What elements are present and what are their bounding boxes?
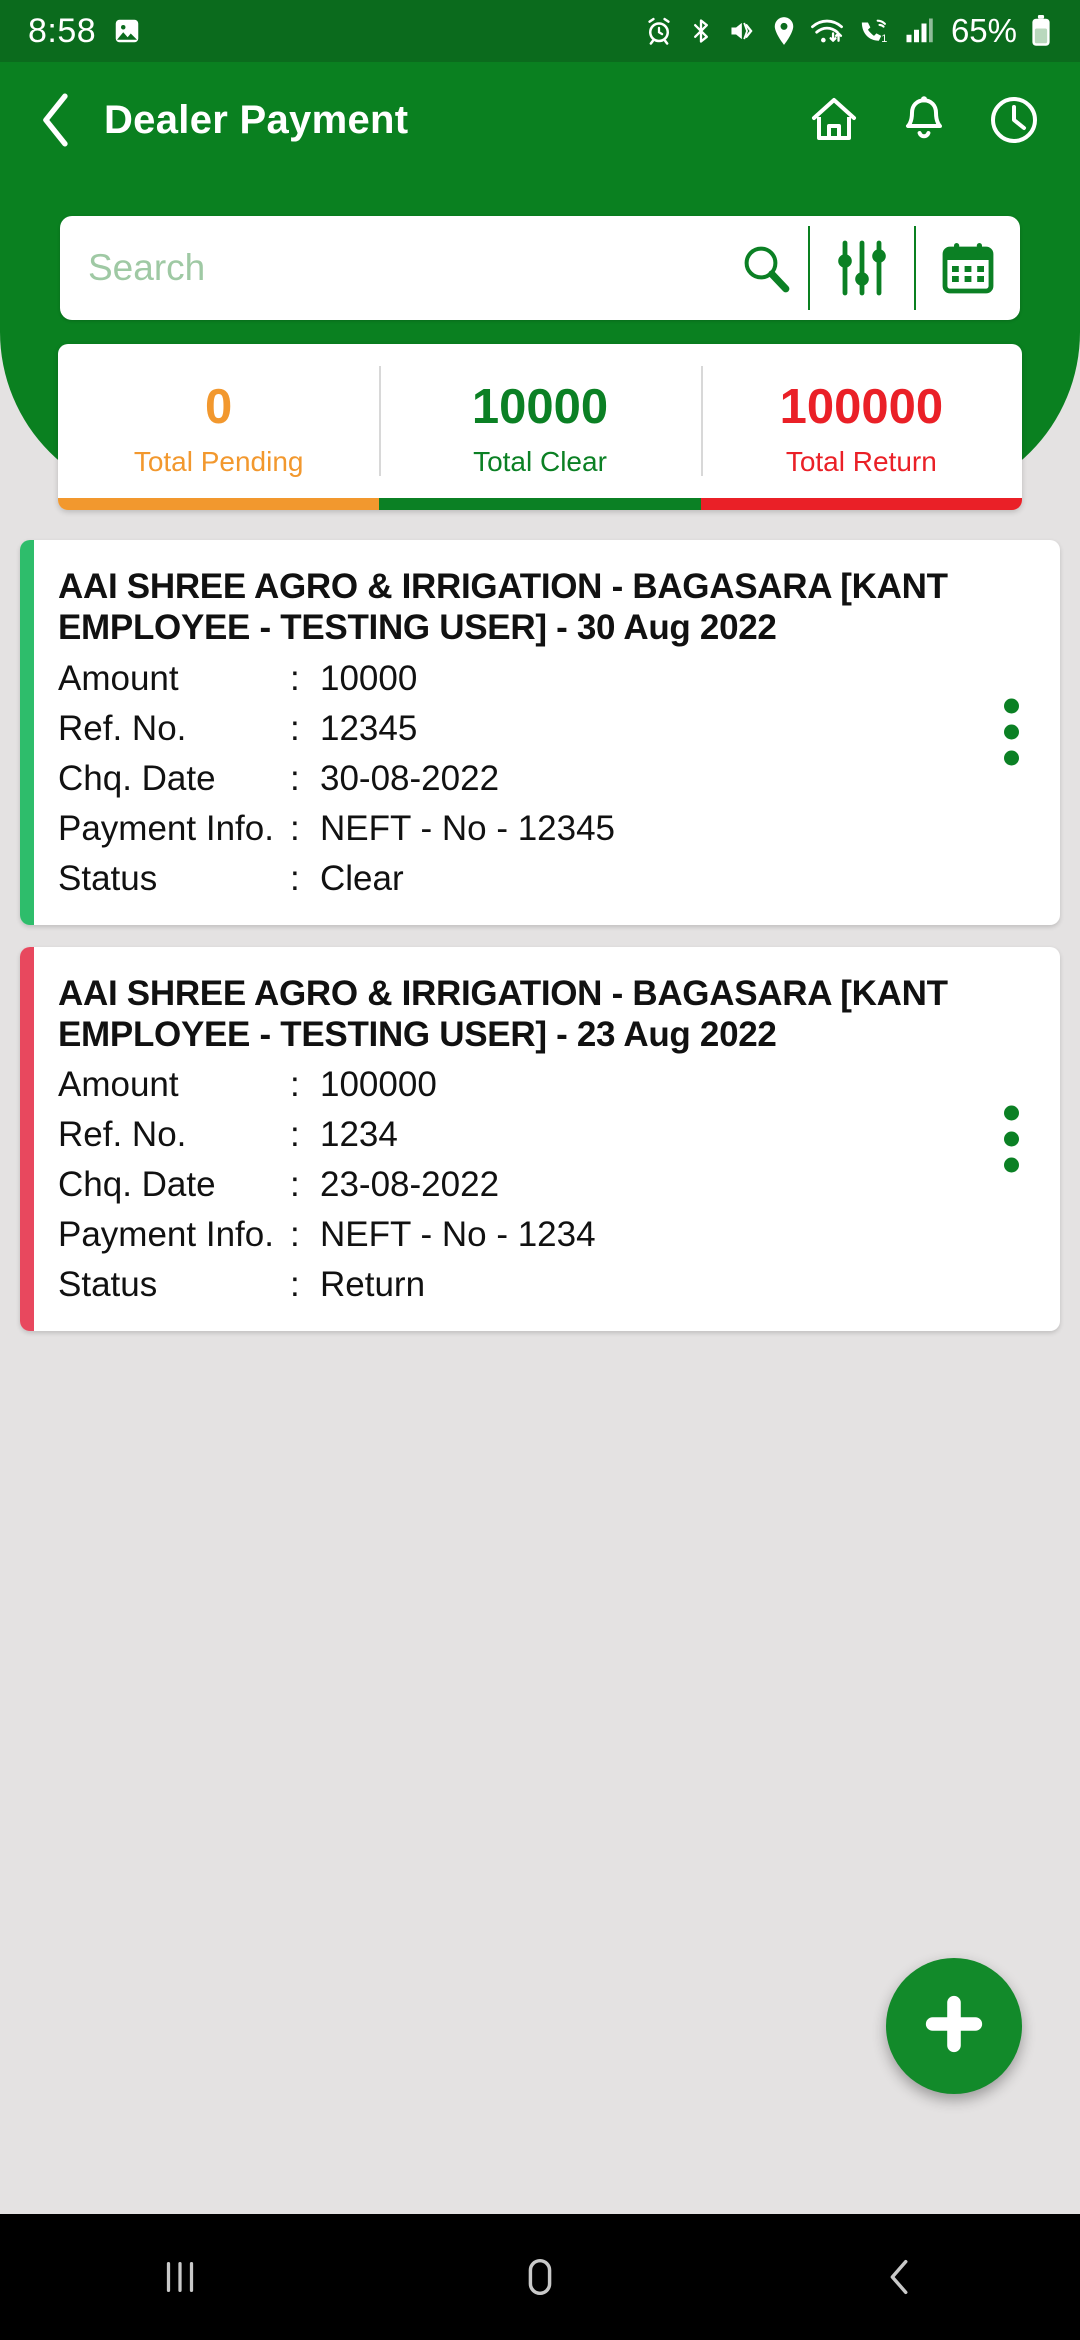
detail-label-amount: Amount: [58, 658, 179, 698]
summary-value-return: 100000: [779, 379, 944, 434]
search-input[interactable]: [88, 216, 722, 320]
summary-value-pending: 0: [205, 379, 233, 434]
add-payment-fab[interactable]: [886, 1958, 1022, 2094]
call-wifi-icon: 1: [857, 16, 891, 46]
detail-label-status: Status: [58, 858, 158, 898]
detail-label-payment-info: Payment Info.: [58, 808, 274, 848]
summary-value-clear: 10000: [471, 379, 609, 434]
detail-value-payment-info: NEFT - No - 1234: [320, 1215, 596, 1255]
detail-label-chq-date: Chq. Date: [58, 1165, 216, 1205]
summary-cell-pending[interactable]: 0 Total Pending: [58, 344, 380, 510]
bell-icon[interactable]: [896, 92, 952, 148]
detail-value-chq-date: 23-08-2022: [320, 1165, 500, 1205]
overflow-menu-icon[interactable]: [996, 1105, 1026, 1173]
overflow-menu-icon[interactable]: [996, 698, 1026, 766]
summary-underline-clear: [379, 498, 701, 510]
summary-cell-clear[interactable]: 10000 Total Clear: [379, 344, 701, 510]
summary-underline-pending: [58, 498, 380, 510]
home-square-icon[interactable]: [460, 2227, 620, 2327]
detail-label-status: Status: [58, 1265, 158, 1305]
detail-row-payment-info: Payment Info. : NEFT - No - 1234: [58, 1215, 1040, 1255]
detail-colon: :: [290, 858, 300, 898]
summary-label-clear: Total Clear: [473, 445, 607, 477]
battery-icon: [1030, 15, 1052, 47]
detail-colon: :: [290, 1115, 300, 1155]
back-arrow-icon[interactable]: [30, 93, 84, 147]
recents-icon[interactable]: [100, 2227, 260, 2327]
detail-value-ref-no: 1234: [320, 1115, 398, 1155]
summary-underline-return: [700, 498, 1022, 510]
detail-value-status: Return: [320, 1265, 426, 1305]
detail-row-status: Status : Clear: [58, 859, 1040, 899]
detail-row-amount: Amount : 100000: [58, 1065, 1040, 1105]
calendar-icon[interactable]: [916, 216, 1020, 320]
detail-row-ref-no: Ref. No. : 12345: [58, 709, 1040, 749]
clock-icon[interactable]: [986, 92, 1042, 148]
page-title: Dealer Payment: [104, 97, 409, 142]
detail-colon: :: [290, 808, 300, 848]
detail-colon: :: [290, 1215, 300, 1255]
search-bar: [60, 216, 1020, 320]
detail-colon: :: [290, 658, 300, 698]
sliders-icon[interactable]: [810, 216, 914, 320]
detail-colon: :: [290, 1265, 300, 1305]
detail-label-ref-no: Ref. No.: [58, 708, 187, 748]
detail-row-ref-no: Ref. No. : 1234: [58, 1115, 1040, 1155]
summary-label-return: Total Return: [785, 445, 937, 477]
detail-row-amount: Amount : 10000: [58, 659, 1040, 699]
detail-row-chq-date: Chq. Date : 30-08-2022: [58, 759, 1040, 799]
status-bar-clock: 8:58: [28, 11, 97, 50]
detail-label-ref-no: Ref. No.: [58, 1115, 187, 1155]
detail-row-status: Status : Return: [58, 1265, 1040, 1305]
detail-row-payment-info: Payment Info. : NEFT - No - 12345: [58, 809, 1040, 849]
payment-title: AAI SHREE AGRO & IRRIGATION - BAGASARA […: [58, 567, 948, 648]
system-nav-bar: [0, 2214, 1080, 2340]
image-icon: [112, 16, 142, 46]
wifi-icon: [810, 16, 844, 46]
detail-value-chq-date: 30-08-2022: [320, 758, 500, 798]
battery-percent-label: 65%: [950, 12, 1017, 49]
detail-colon: :: [290, 758, 300, 798]
status-stripe: [20, 540, 34, 925]
detail-label-chq-date: Chq. Date: [58, 758, 216, 798]
plus-icon: [921, 1991, 987, 2062]
search-icon[interactable]: [722, 216, 808, 320]
app-bar: Dealer Payment: [0, 62, 1080, 178]
back-chevron-icon[interactable]: [820, 2227, 980, 2327]
table-row[interactable]: AAI SHREE AGRO & IRRIGATION - BAGASARA […: [20, 946, 1060, 1332]
status-bar: 8:58 1 65%: [0, 0, 1080, 62]
signal-icon: [904, 17, 934, 45]
detail-row-chq-date: Chq. Date : 23-08-2022: [58, 1165, 1040, 1205]
payment-title: AAI SHREE AGRO & IRRIGATION - BAGASARA […: [58, 973, 948, 1054]
location-icon: [771, 16, 797, 46]
alarm-icon: [644, 16, 674, 46]
detail-value-ref-no: 12345: [320, 708, 418, 748]
home-icon[interactable]: [806, 92, 862, 148]
summary-cell-return[interactable]: 100000 Total Return: [700, 344, 1022, 510]
detail-value-amount: 10000: [320, 658, 418, 698]
detail-colon: :: [290, 708, 300, 748]
detail-value-amount: 100000: [320, 1065, 437, 1105]
bluetooth-icon: [687, 17, 715, 45]
detail-colon: :: [290, 1165, 300, 1205]
svg-text:1: 1: [881, 33, 887, 45]
summary-label-pending: Total Pending: [133, 445, 304, 477]
summary-card: 0 Total Pending 10000 Total Clear 100000…: [58, 344, 1022, 510]
payment-list: AAI SHREE AGRO & IRRIGATION - BAGASARA […: [20, 540, 1060, 1353]
search-field[interactable]: [60, 216, 722, 320]
detail-label-payment-info: Payment Info.: [58, 1215, 274, 1255]
table-row[interactable]: AAI SHREE AGRO & IRRIGATION - BAGASARA […: [20, 540, 1060, 925]
vibrate-icon: [728, 17, 758, 45]
detail-colon: :: [290, 1065, 300, 1105]
detail-value-status: Clear: [320, 858, 404, 898]
detail-value-payment-info: NEFT - No - 12345: [320, 808, 616, 848]
detail-label-amount: Amount: [58, 1065, 179, 1105]
status-stripe: [20, 946, 34, 1332]
